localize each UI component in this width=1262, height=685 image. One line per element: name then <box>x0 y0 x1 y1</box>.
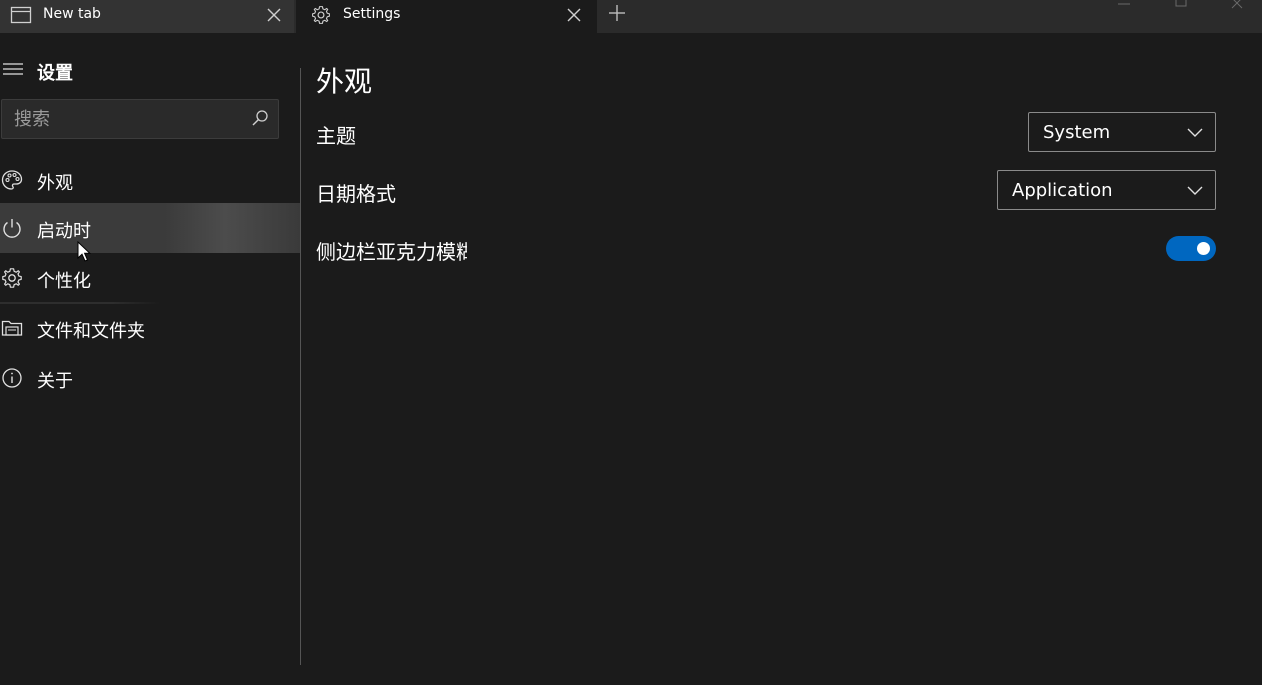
folder-icon <box>1 320 23 336</box>
sidebar: 设置 外观 启动时 个性化 <box>0 33 300 685</box>
sidebar-item-about[interactable]: 关于 <box>0 353 300 403</box>
palette-icon <box>1 170 23 190</box>
page-title: 外观 <box>316 65 373 98</box>
sidebar-acrylic-label: 侧边栏亚克力模糊 <box>316 240 467 264</box>
chevron-down-icon <box>1187 186 1203 195</box>
search-input[interactable] <box>2 100 242 138</box>
tab-settings[interactable]: Settings <box>296 0 597 33</box>
search-icon[interactable] <box>251 109 269 127</box>
sidebar-item-label: 个性化 <box>37 271 91 292</box>
search-box[interactable] <box>1 99 279 139</box>
tab-bar: New tab Settings <box>0 0 1262 33</box>
sidebar-title: 设置 <box>37 63 73 84</box>
hamburger-menu-icon[interactable] <box>2 61 24 77</box>
sidebar-item-label: 关于 <box>37 371 73 392</box>
toggle-knob <box>1197 242 1210 255</box>
sidebar-acrylic-toggle[interactable] <box>1166 236 1216 261</box>
theme-label: 主题 <box>316 124 356 148</box>
sidebar-item-label: 外观 <box>37 173 73 194</box>
window-icon <box>10 6 32 24</box>
close-icon[interactable] <box>266 7 282 23</box>
power-icon <box>3 219 21 238</box>
tab-label: Settings <box>343 6 401 22</box>
window-close-icon[interactable] <box>1228 0 1248 14</box>
sidebar-item-appearance[interactable]: 外观 <box>0 155 300 205</box>
theme-dropdown-value: System <box>1043 122 1111 143</box>
gear-icon <box>312 6 330 24</box>
minimize-icon[interactable] <box>1114 0 1134 14</box>
tab-label: New tab <box>43 6 101 22</box>
sidebar-item-personalization[interactable]: 个性化 <box>0 253 300 303</box>
sidebar-item-label: 启动时 <box>37 221 91 242</box>
info-icon <box>2 368 22 388</box>
sidebar-item-files-and-folders[interactable]: 文件和文件夹 <box>0 303 300 353</box>
sidebar-item-startup[interactable]: 启动时 <box>0 203 300 253</box>
sidebar-item-label: 文件和文件夹 <box>37 321 145 342</box>
chevron-down-icon <box>1187 128 1203 137</box>
close-icon[interactable] <box>566 7 582 23</box>
date-format-dropdown-value: Application <box>1012 180 1113 201</box>
add-tab-icon[interactable] <box>607 3 627 23</box>
theme-dropdown[interactable]: System <box>1028 112 1216 152</box>
date-format-dropdown[interactable]: Application <box>997 170 1216 210</box>
maximize-icon[interactable] <box>1171 0 1191 14</box>
mouse-cursor-icon <box>77 241 91 262</box>
tab-new-tab[interactable]: New tab <box>0 0 294 33</box>
pane-divider <box>300 68 301 665</box>
date-format-label: 日期格式 <box>316 182 396 206</box>
gear-icon <box>2 268 22 288</box>
